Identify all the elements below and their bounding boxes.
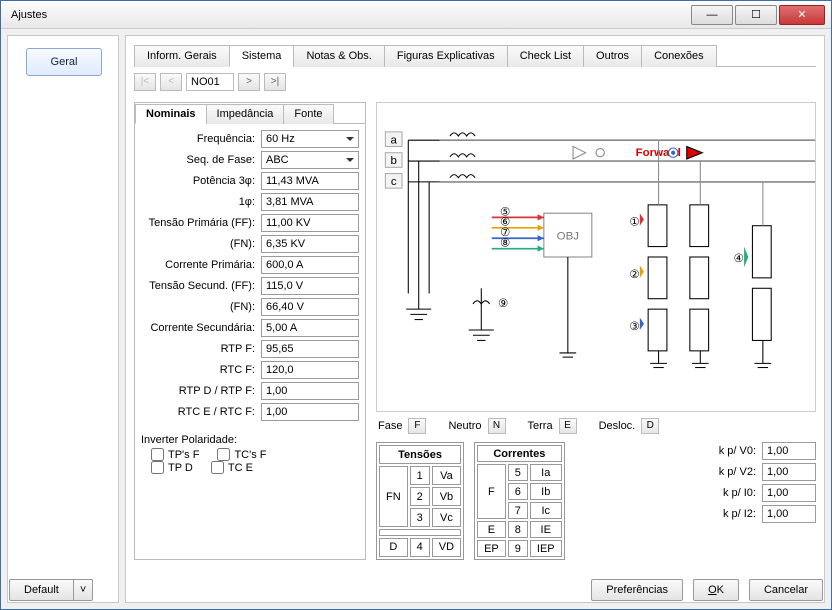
kpi2-input[interactable]: 1,00 (762, 505, 816, 523)
legend-fase-key[interactable]: F (408, 418, 426, 434)
default-dropdown[interactable]: ˅ (74, 579, 93, 601)
corrprim-input[interactable]: 600,0 A (261, 256, 359, 274)
kpv0-label: k p/ V0: (710, 445, 756, 457)
svg-text:a: a (390, 134, 397, 146)
legend-desloc-key[interactable]: D (641, 418, 659, 434)
tcsf-check[interactable]: TC's F (217, 448, 266, 461)
legend-terra-key[interactable]: E (559, 418, 577, 434)
legend-fase: Fase (378, 420, 402, 432)
pot3-label: Potência 3φ: (141, 175, 261, 187)
tenssec-label: Tensão Secund. (FF): (141, 280, 261, 292)
titlebar: Ajustes — ☐ ✕ (1, 1, 831, 29)
ok-button[interactable]: OK (693, 579, 739, 601)
svg-text:⑨: ⑨ (498, 298, 508, 310)
tab-sistema[interactable]: Sistema (229, 45, 295, 67)
frequencia-select[interactable]: 60 Hz (261, 130, 359, 148)
preferencias-button[interactable]: Preferências (591, 579, 683, 601)
kpv0-input[interactable]: 1,00 (762, 442, 816, 460)
main-tabs: Inform. Gerais Sistema Notas & Obs. Figu… (134, 44, 816, 67)
fn1-input[interactable]: 6,35 KV (261, 235, 359, 253)
tab-conexoes[interactable]: Conexões (641, 45, 717, 67)
rtcf-input[interactable]: 120,0 (261, 361, 359, 379)
tab-inform-gerais[interactable]: Inform. Gerais (134, 45, 230, 67)
legend: Fase F Neutro N Terra E Desloc. D (378, 418, 814, 434)
rtce-label: RTC E / RTC F: (141, 406, 261, 418)
svg-text:③: ③ (629, 321, 639, 333)
rtcf-label: RTC F: (141, 364, 261, 376)
rtce-input[interactable]: 1,00 (261, 403, 359, 421)
nav-last[interactable]: >| (264, 73, 286, 91)
diagram-svg: a b c (377, 103, 815, 411)
tpsf-check[interactable]: TP's F (151, 448, 199, 461)
pot3-input[interactable]: 11,43 MVA (261, 172, 359, 190)
tensprim-input[interactable]: 11,00 KV (261, 214, 359, 232)
corrsec-input[interactable]: 5,00 A (261, 319, 359, 337)
rtpd-input[interactable]: 1,00 (261, 382, 359, 400)
corrprim-label: Corrente Primária: (141, 259, 261, 271)
tce-check[interactable]: TC E (211, 461, 253, 474)
subtab-nominais[interactable]: Nominais (135, 104, 207, 124)
subtab-fonte[interactable]: Fonte (283, 104, 333, 124)
nav-first[interactable]: |< (134, 73, 156, 91)
svg-text:OBJ: OBJ (557, 230, 579, 242)
tab-figuras[interactable]: Figuras Explicativas (384, 45, 508, 67)
tab-checklist[interactable]: Check List (507, 45, 584, 67)
maximize-button[interactable]: ☐ (735, 5, 777, 25)
seqfase-label: Seq. de Fase: (141, 154, 261, 166)
kpi0-input[interactable]: 1,00 (762, 484, 816, 502)
corrsec-label: Corrente Secundária: (141, 322, 261, 334)
subtabs: Nominais Impedância Fonte (135, 103, 365, 124)
tab-outros[interactable]: Outros (583, 45, 642, 67)
minimize-button[interactable]: — (691, 5, 733, 25)
window: Ajustes — ☐ ✕ Geral Inform. Gerais Siste… (0, 0, 832, 610)
main-panel: Inform. Gerais Sistema Notas & Obs. Figu… (125, 35, 825, 603)
diagram: a b c (376, 102, 816, 412)
legend-neutro-key[interactable]: N (488, 418, 506, 434)
legend-desloc: Desloc. (599, 420, 636, 432)
seqfase-select[interactable]: ABC (261, 151, 359, 169)
cancelar-button[interactable]: Cancelar (749, 579, 823, 601)
nav-prev[interactable]: < (160, 73, 182, 91)
subtab-impedancia[interactable]: Impedância (206, 104, 285, 124)
pot1-input[interactable]: 3,81 MVA (261, 193, 359, 211)
tensoes-table: Tensões FN1Va 2Vb 3Vc D4VD (376, 442, 464, 560)
polarity-label: Inverter Polaridade: (141, 434, 359, 446)
kpi0-label: k p/ I0: (710, 487, 756, 499)
nav-next[interactable]: > (238, 73, 260, 91)
rtpf-input[interactable]: 95,65 (261, 340, 359, 358)
fn2-label: (FN): (141, 301, 261, 313)
window-title: Ajustes (7, 9, 689, 21)
tensprim-label: Tensão Primária (FF): (141, 217, 261, 229)
fn1-label: (FN): (141, 238, 261, 250)
kp-panel: k p/ V0: 1,00 k p/ V2: 1,00 k p/ I0: 1,00 k… (710, 442, 816, 560)
legend-neutro: Neutro (448, 420, 481, 432)
footer: Default ˅ Preferências OK Cancelar (9, 579, 823, 601)
svg-text:⑧: ⑧ (500, 238, 510, 250)
svg-text:④: ④ (734, 253, 744, 265)
close-button[interactable]: ✕ (779, 5, 825, 25)
fn2-input[interactable]: 66,40 V (261, 298, 359, 316)
rtpf-label: RTP F: (141, 343, 261, 355)
default-button[interactable]: Default (9, 579, 74, 601)
frequencia-label: Frequência: (141, 133, 261, 145)
tenssec-input[interactable]: 115,0 V (261, 277, 359, 295)
params-panel: Nominais Impedância Fonte Frequência:60 … (134, 102, 366, 560)
rtpd-label: RTP D / RTP F: (141, 385, 261, 397)
kpv2-label: k p/ V2: (710, 466, 756, 478)
kpi2-label: k p/ I2: (710, 508, 756, 520)
geral-button[interactable]: Geral (26, 48, 102, 76)
svg-text:c: c (391, 176, 397, 188)
tab-notas[interactable]: Notas & Obs. (293, 45, 384, 67)
pot1-label: 1φ: (141, 196, 261, 208)
nav-row: |< < NO01 > >| (134, 73, 816, 91)
svg-text:b: b (390, 155, 396, 167)
legend-terra: Terra (528, 420, 553, 432)
tpd-check[interactable]: TP D (151, 461, 193, 474)
svg-text:②: ② (629, 269, 639, 281)
correntes-table: Correntes F5Ia 6Ib 7Ic E8IE EP9IEP (474, 442, 565, 560)
kpv2-input[interactable]: 1,00 (762, 463, 816, 481)
nav-combo[interactable]: NO01 (186, 73, 234, 91)
svg-text:①: ① (629, 217, 639, 229)
left-panel: Geral (7, 35, 119, 603)
